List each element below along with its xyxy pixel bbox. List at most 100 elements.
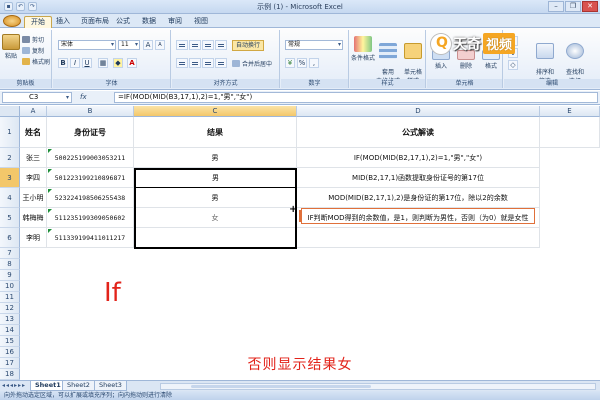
tab-formulas[interactable]: 公式 [110,16,136,28]
formula-input[interactable]: =IF(MOD(MID(B3,17,1),2)=1,"男","女") [114,92,598,103]
wrap-text-button[interactable]: 自动换行 [232,40,265,51]
column-header-a[interactable]: A [20,106,47,117]
find-select-button[interactable]: 查找和 选择 [562,36,588,85]
column-header-c[interactable]: C [134,106,297,117]
borders-button[interactable]: ▦ [98,58,108,68]
indent-button[interactable] [215,58,227,68]
tab-view[interactable]: 视图 [188,16,214,28]
clear-button[interactable]: ◇ [508,60,518,70]
id-cell[interactable]: 511235199309050602 [47,208,134,228]
sheet-nav-arrows-icon[interactable]: ◂◂◂▸▸▸ [2,382,26,389]
tab-insert[interactable]: 插入 [50,16,76,28]
font-size-select[interactable]: 11 [118,40,140,50]
header-name[interactable]: 姓名 [20,117,47,148]
paste-button[interactable]: 粘贴 [2,34,20,60]
office-button[interactable] [3,15,21,27]
row-header[interactable]: 15 [0,336,20,347]
shrink-font-button[interactable]: A [155,40,165,50]
name-cell[interactable]: 韩梅梅 [20,208,47,228]
row-header[interactable]: 1 [0,117,20,148]
align-left-button[interactable] [176,58,188,68]
row-header[interactable]: 7 [0,248,20,259]
explain-cell[interactable]: IF(MOD(MID(B2,17,1),2)=1,"男","女") [297,148,540,168]
sheet-tab-3[interactable]: Sheet3 [94,381,127,391]
maximize-button[interactable]: ❐ [565,1,581,12]
align-right-button[interactable] [202,58,214,68]
row-header[interactable]: 6 [0,228,20,248]
merge-center-button[interactable]: 合并后居中 [232,59,272,68]
row-header[interactable]: 5 [0,208,20,228]
fx-icon[interactable]: fx [80,93,87,101]
align-center-button[interactable] [189,58,201,68]
table-cell[interactable] [540,117,600,148]
column-header-e[interactable]: E [540,106,600,117]
currency-button[interactable]: ¥ [285,58,295,68]
id-cell[interactable]: 500225199003053211 [47,148,134,168]
grow-font-button[interactable]: A [143,40,153,50]
explain-cell[interactable]: MID(B2,17,1)函数提取身份证号的第17位 [297,168,540,188]
bold-button[interactable]: B [58,58,68,68]
row-header[interactable]: 3 [0,168,20,188]
select-all-corner[interactable] [0,106,20,117]
result-cell[interactable]: 女 [134,208,297,228]
comma-button[interactable]: , [309,58,319,68]
sheet-tab-2[interactable]: Sheet2 [62,381,95,391]
row-header[interactable]: 10 [0,281,20,292]
row-header[interactable]: 2 [0,148,20,168]
column-header-d[interactable]: D [297,106,540,117]
column-header-b[interactable]: B [47,106,134,117]
font-color-button[interactable]: A [127,58,137,68]
name-box[interactable]: C3 [2,92,72,103]
result-cell[interactable]: 男 [134,148,297,168]
name-cell[interactable]: 张三 [20,148,47,168]
result-cell[interactable] [134,228,297,248]
align-top-button[interactable] [176,40,188,50]
row-header[interactable]: 13 [0,314,20,325]
close-button[interactable]: ✕ [582,1,598,12]
tab-review[interactable]: 审阅 [162,16,188,28]
row-header[interactable]: 12 [0,303,20,314]
sort-icon [536,43,554,59]
horizontal-scrollbar[interactable] [160,383,596,390]
orientation-button[interactable] [215,40,227,50]
align-middle-button[interactable] [189,40,201,50]
conditional-format-button[interactable]: 条件格式 [351,36,375,62]
id-cell[interactable]: 501223199210896871 [47,168,134,188]
name-cell[interactable]: 李明 [20,228,47,248]
result-cell[interactable]: 男 [134,188,297,208]
tab-home[interactable]: 开始 [24,16,52,28]
minimize-button[interactable]: – [548,1,564,12]
align-bottom-button[interactable] [202,40,214,50]
cell-styles-button[interactable]: 单元格 样式 [401,36,425,85]
format-painter-button[interactable]: 格式刷 [22,57,50,66]
id-cell[interactable]: 523224198506255438 [47,188,134,208]
row-header[interactable]: 4 [0,188,20,208]
tab-data[interactable]: 数据 [136,16,162,28]
copy-button[interactable]: 复制 [22,46,44,55]
explain-cell[interactable]: MOD(MID(B2,17,1),2)是身份证的第17位，除以2的余数 [297,188,540,208]
font-name-select[interactable]: 宋体 [58,40,116,50]
format-as-table-button[interactable]: 套用 表格格式 [376,36,400,85]
row-header[interactable]: 14 [0,325,20,336]
number-format-select[interactable]: 常规 [285,40,343,50]
row-header[interactable]: 9 [0,270,20,281]
row-header[interactable]: 8 [0,259,20,270]
underline-button[interactable]: U [82,58,92,68]
header-result[interactable]: 结果 [134,117,297,148]
cut-button[interactable]: 剪切 [22,35,44,44]
active-result-cell[interactable]: 男 [134,168,297,188]
percent-button[interactable]: % [297,58,307,68]
italic-button[interactable]: I [70,58,80,68]
name-cell[interactable]: 王小明 [20,188,47,208]
name-cell[interactable]: 李四 [20,168,47,188]
header-id[interactable]: 身份证号 [47,117,134,148]
sort-filter-button[interactable]: 排序和 筛选 [532,36,558,85]
id-cell[interactable]: 511339199411011217 [47,228,134,248]
tab-page-layout[interactable]: 页面布局 [75,16,115,28]
row-header[interactable]: 11 [0,292,20,303]
header-explain[interactable]: 公式解读 [297,117,540,148]
fill-handle-cross-icon[interactable]: + [289,204,297,215]
fill-color-button[interactable]: ◆ [113,58,123,68]
explain-cell[interactable] [297,228,540,248]
sheet-tab-1[interactable]: Sheet1 [30,381,66,391]
